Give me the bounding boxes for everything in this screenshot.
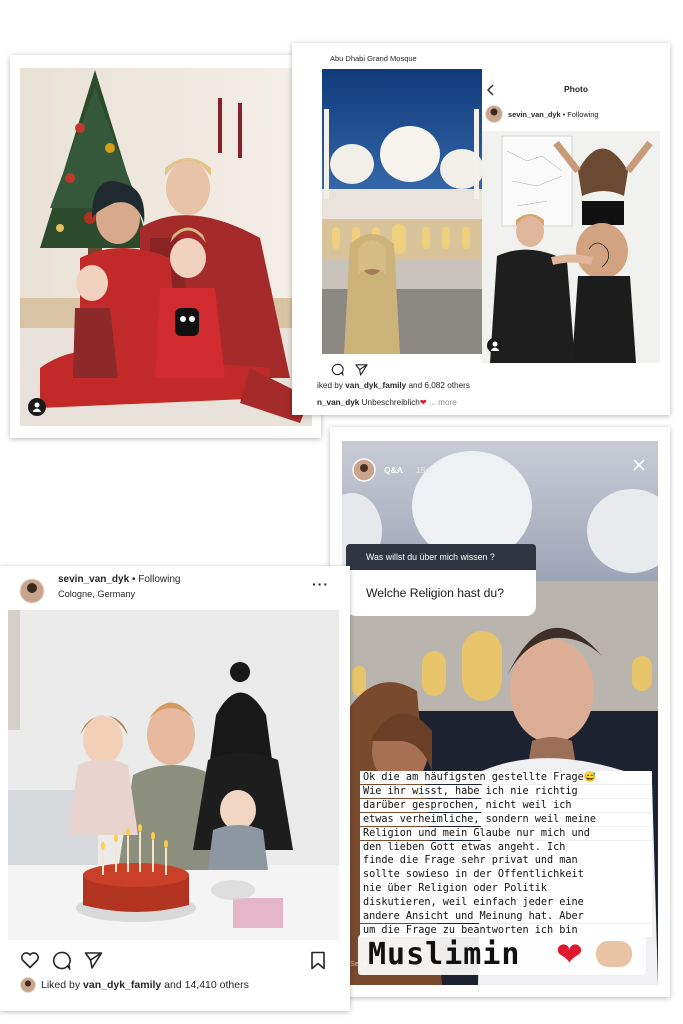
story-line: Religion und mein Glaube nur mich und <box>360 826 652 841</box>
liked-by-user-link[interactable]: van_dyk_family <box>345 381 406 390</box>
story-text-block: Ok die am häufigsten gestellte Frage😅 Wi… <box>360 771 652 938</box>
question-answer: Welche Religion hast du? <box>346 570 536 616</box>
mosque-photo[interactable] <box>322 69 482 354</box>
photo-username: sevin_van_dyk • Following <box>508 110 599 119</box>
big-word: Muslimin <box>368 937 521 972</box>
mosque-post-card: Abu Dhabi Grand Mosque iked by van_dyk_f… <box>292 43 670 415</box>
birthday-username-link[interactable]: sevin_van_dyk <box>58 574 129 585</box>
big-word-banner: Muslimin ❤ <box>358 935 646 975</box>
question-sticker[interactable]: Was willst du über mich wissen ? Welche … <box>346 544 536 624</box>
story-line: nie über Religion oder Politik <box>360 882 652 896</box>
story-line: sollte sowieso in der Öffentlichkeit <box>360 868 652 882</box>
story-line: andere Ansicht und Meinung hat. Aber <box>360 910 652 924</box>
photo-screen-title: Photo <box>564 84 589 94</box>
story-line: etwas verheimliche, sondern weil meine <box>360 812 652 827</box>
liked-by-user-link[interactable]: van_dyk_family <box>83 979 161 991</box>
praying-hands-icon <box>596 941 632 967</box>
photo-username-link[interactable]: sevin_van_dyk <box>508 110 561 119</box>
more-options-icon[interactable]: ··· <box>312 576 329 592</box>
pregnancy-photo[interactable] <box>482 131 660 363</box>
heart-emoji-icon: ❤ <box>419 398 427 407</box>
comment-icon[interactable] <box>52 951 71 975</box>
avatar[interactable] <box>485 105 503 128</box>
bookmark-icon[interactable] <box>310 951 326 975</box>
mosque-likes: iked by van_dyk_family and 6,082 others <box>317 381 470 390</box>
story-label: Q&A <box>384 465 403 475</box>
following-label[interactable]: • Following <box>132 574 181 585</box>
post-location[interactable]: Abu Dhabi Grand Mosque <box>330 54 417 63</box>
birthday-post-card: sevin_van_dyk • Following Cologne, Germa… <box>0 566 350 1011</box>
tagged-user-icon[interactable] <box>28 398 46 416</box>
story-line: darüber gesprochen, nicht weil ich <box>360 798 652 813</box>
heart-icon[interactable] <box>20 951 40 974</box>
story-avatar[interactable] <box>352 458 376 487</box>
caption-user-link[interactable]: n_van_dyk <box>317 398 359 407</box>
story-line: diskutieren, weil einfach jeder eine <box>360 896 652 910</box>
following-label[interactable]: • Following <box>563 110 599 119</box>
heart-emoji-icon: ❤ <box>556 936 583 972</box>
share-icon[interactable] <box>84 951 103 975</box>
avatar[interactable] <box>19 578 45 609</box>
tagged-user-icon[interactable] <box>487 338 502 353</box>
birthday-username: sevin_van_dyk • Following <box>58 574 180 585</box>
story-time: 15m <box>416 465 433 475</box>
story-line: Wie ihr wisst, habe ich nie richtig <box>360 784 652 799</box>
reply-hint[interactable]: Send <box>350 961 366 968</box>
share-icon[interactable] <box>355 363 368 381</box>
close-icon[interactable] <box>632 458 646 477</box>
caption-more-link[interactable]: ... more <box>429 398 457 407</box>
christmas-family-photo[interactable] <box>20 68 312 426</box>
birthday-likes: Liked by van_dyk_family and 14,410 other… <box>41 979 249 991</box>
story-line: den lieben Gott etwas angeht. Ich <box>360 840 652 854</box>
story-line: um die Frage zu beantworten ich bin <box>360 923 652 938</box>
christmas-photo-card <box>10 55 321 438</box>
comment-icon[interactable] <box>331 363 344 381</box>
story-line: finde die Frage sehr privat und man <box>360 854 652 868</box>
birthday-photo[interactable] <box>8 610 339 940</box>
birthday-location[interactable]: Cologne, Germany <box>58 589 135 599</box>
mosque-caption: n_van_dyk Unbeschreiblich❤ ... more <box>317 398 457 407</box>
question-prompt: Was willst du über mich wissen ? <box>346 544 536 570</box>
avatar[interactable] <box>20 977 36 998</box>
back-chevron-icon[interactable] <box>486 83 496 101</box>
story-line: Ok die am häufigsten gestellte Frage😅 <box>360 771 652 785</box>
